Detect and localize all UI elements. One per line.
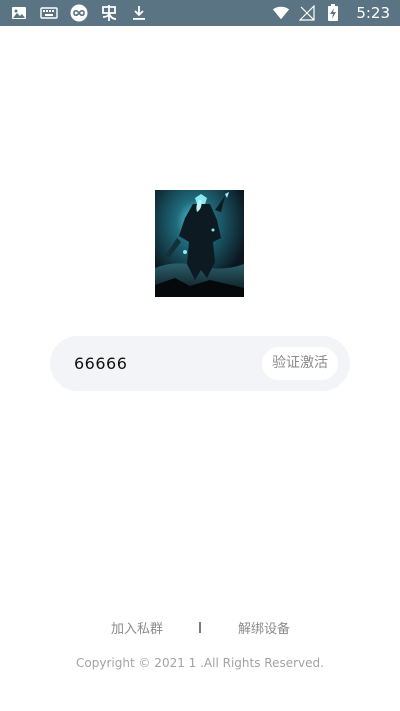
status-bar-notifications bbox=[10, 3, 148, 23]
footer-links: 加入私群 解绑设备 bbox=[0, 618, 400, 638]
unbind-device-link[interactable]: 解绑设备 bbox=[238, 618, 290, 637]
footer-divider bbox=[199, 622, 201, 633]
status-bar-system: 5:23 bbox=[272, 3, 390, 23]
activation-code-input[interactable]: 66666 bbox=[74, 336, 127, 391]
join-private-group-link[interactable]: 加入私群 bbox=[111, 618, 163, 637]
infinity-icon bbox=[70, 4, 88, 22]
verify-activate-button[interactable]: 验证激活 bbox=[262, 347, 338, 380]
signal-icon bbox=[298, 4, 316, 22]
activation-form: 66666 验证激活 bbox=[50, 336, 350, 391]
download-icon bbox=[130, 4, 148, 22]
image-icon bbox=[10, 4, 28, 22]
app-icon bbox=[100, 4, 118, 22]
keyboard-icon bbox=[40, 4, 58, 22]
dark-knight-artwork bbox=[155, 190, 244, 297]
status-bar: 5:23 bbox=[0, 0, 400, 26]
wifi-icon bbox=[272, 4, 290, 22]
status-time: 5:23 bbox=[356, 4, 390, 22]
copyright-text: Copyright © 2021 1 .All Rights Reserved. bbox=[76, 656, 324, 670]
cover-image bbox=[155, 190, 244, 297]
battery-charging-icon bbox=[324, 4, 342, 22]
